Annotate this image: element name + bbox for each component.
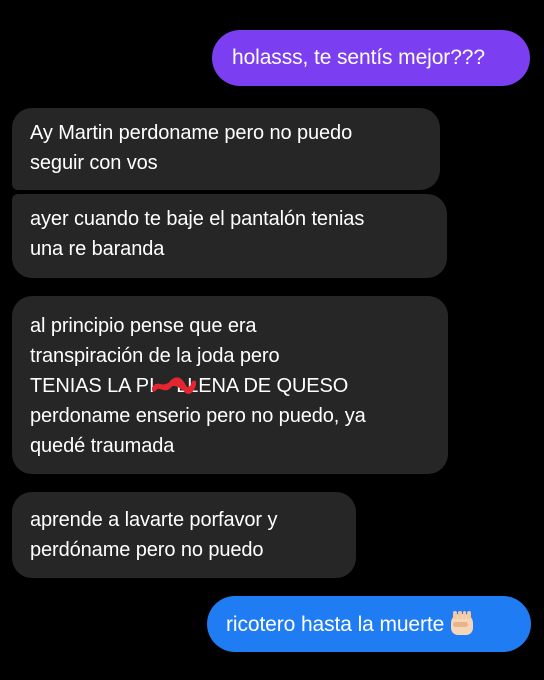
message-text: transpiración de la joda pero <box>30 345 280 367</box>
message-text: ricotero hasta la muerte <box>226 613 445 636</box>
message-text: seguir con vos <box>30 152 158 174</box>
received-message-bubble[interactable]: ayer cuando te baje el pantalón tenias u… <box>12 194 447 278</box>
message-text: Ay Martin perdoname pero no puedo <box>30 122 353 144</box>
message-text: quedé traumada <box>30 435 175 457</box>
message-text: perdoname enserio pero no puedo, ya <box>30 405 366 427</box>
message-text: una re baranda <box>30 238 165 260</box>
red-scribble-redaction <box>152 371 197 401</box>
received-message-bubble[interactable]: Ay Martin perdoname pero no puedo seguir… <box>12 108 440 190</box>
sent-message-bubble[interactable]: holasss, te sentís mejor??? <box>212 30 530 86</box>
raised-fist-light-skin-icon <box>450 610 474 636</box>
sent-message-bubble[interactable]: ricotero hasta la muerte <box>207 596 531 652</box>
message-text: aprende a lavarte porfavor y <box>30 509 278 531</box>
message-text: perdóname pero no puedo <box>30 539 264 561</box>
red-scribble-icon <box>152 377 197 394</box>
message-text-redacted-line: TENIAS LA PI LLENA DE QUESO <box>30 371 430 401</box>
message-text: ayer cuando te baje el pantalón tenias <box>30 208 365 230</box>
message-text: al principio pense que era <box>30 315 257 337</box>
received-message-bubble[interactable]: al principio pense que era transpiración… <box>12 296 448 474</box>
message-text: LLENA DE QUESO <box>176 375 349 397</box>
received-message-bubble[interactable]: aprende a lavarte porfavor y perdóname p… <box>12 492 356 578</box>
message-text: TENIAS LA PI <box>30 375 155 397</box>
message-text: holasss, te sentís mejor??? <box>232 46 485 69</box>
